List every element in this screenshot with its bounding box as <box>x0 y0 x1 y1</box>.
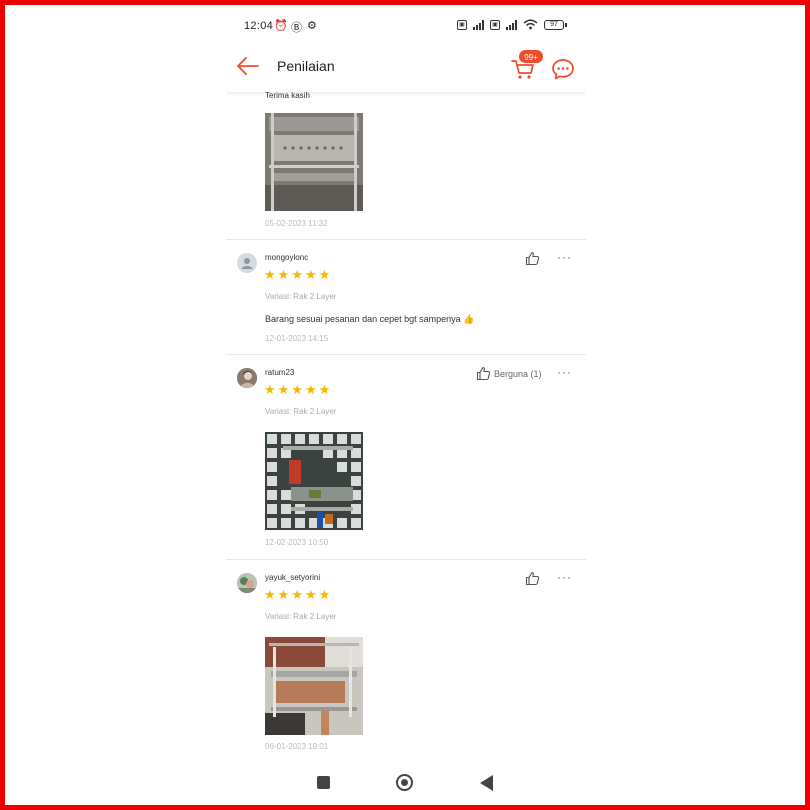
star-icon: ★ <box>264 382 276 397</box>
avatar[interactable] <box>237 573 257 593</box>
default-avatar-icon <box>241 258 253 269</box>
thumbs-up-icon <box>476 366 491 381</box>
recent-apps-icon[interactable] <box>317 776 330 789</box>
review-item: ratum23 ★ ★ ★ ★ ★ Variasi: Rak 2 Layer 1… <box>226 355 586 560</box>
star-icon: ★ <box>304 382 317 397</box>
back-arrow-icon[interactable] <box>234 52 262 80</box>
like-button[interactable] <box>525 251 540 266</box>
battery-icon: 97 <box>544 19 567 30</box>
cart-badge: 99+ <box>518 49 544 64</box>
review-date: 06-01-2023 19:01 <box>265 742 329 751</box>
home-icon[interactable] <box>396 774 413 791</box>
page-title: Penilaian <box>277 58 335 74</box>
like-button[interactable] <box>525 571 540 586</box>
review-photo-image <box>265 432 363 530</box>
sim-icon: ▣ <box>457 19 467 30</box>
status-bar: 12:04 ⏰ Ⓑ ⚙ ▣ ▣ 97 <box>226 8 586 44</box>
star-icon: ★ <box>277 382 290 397</box>
star-icon: ★ <box>304 587 317 602</box>
gear-icon: ⚙ <box>307 20 317 32</box>
more-options-icon[interactable]: ··· <box>557 250 572 264</box>
avatar[interactable] <box>237 368 257 388</box>
review-date: 12-02-2023 10:50 <box>265 538 329 547</box>
review-date: 05-02-2023 11:32 <box>265 219 328 228</box>
alarm-icon: ⏰ <box>274 20 288 32</box>
phone-screen: 12:04 ⏰ Ⓑ ⚙ ▣ ▣ 97 Penilaian 99+ Terima … <box>226 8 586 802</box>
user-avatar-image <box>237 573 257 593</box>
review-photo-image <box>265 637 363 735</box>
b-circle-icon: Ⓑ <box>291 22 302 34</box>
star-icon: ★ <box>264 267 276 282</box>
star-icon: ★ <box>318 587 331 602</box>
review-item: mongoylonc ★ ★ ★ ★ ★ Variasi: Rak 2 Laye… <box>226 240 586 355</box>
like-button[interactable]: Berguna (1) <box>476 366 542 381</box>
system-nav-bar <box>226 764 586 802</box>
wifi-icon <box>523 19 538 30</box>
review-photo[interactable] <box>265 637 363 735</box>
review-variant: Variasi: Rak 2 Layer <box>265 292 337 301</box>
star-icon: ★ <box>291 267 303 282</box>
signal2-icon <box>506 19 517 30</box>
review-username[interactable]: mongoylonc <box>265 253 308 262</box>
star-icon: ★ <box>277 587 290 602</box>
review-text: Barang sesuai pesanan dan cepet bgt samp… <box>265 314 475 324</box>
sim2-icon: ▣ <box>490 19 500 30</box>
avatar[interactable] <box>237 253 257 273</box>
more-options-icon[interactable]: ··· <box>557 365 572 379</box>
thumbs-up-icon <box>525 571 540 586</box>
star-icon: ★ <box>318 382 331 397</box>
review-text: Terima kasih <box>265 91 310 100</box>
app-header: Penilaian 99+ <box>226 44 586 92</box>
like-count-label: Berguna (1) <box>494 368 542 379</box>
review-username[interactable]: yayuk_setyorini <box>265 573 320 582</box>
rating-stars: ★ ★ ★ ★ ★ <box>264 268 330 281</box>
star-icon: ★ <box>304 267 317 282</box>
back-icon[interactable] <box>480 775 493 791</box>
rating-stars: ★ ★ ★ ★ ★ <box>264 383 330 396</box>
star-icon: ★ <box>291 587 303 602</box>
review-username[interactable]: ratum23 <box>265 368 294 377</box>
star-icon: ★ <box>291 382 303 397</box>
review-list[interactable]: Terima kasih 05-02-2023 11:32 mongoylonc… <box>226 91 586 760</box>
review-photo[interactable] <box>265 432 363 530</box>
status-right: ▣ ▣ 97 <box>457 19 567 30</box>
review-variant: Variasi: Rak 2 Layer <box>265 612 337 621</box>
star-icon: ★ <box>264 587 276 602</box>
review-variant: Variasi: Rak 2 Layer <box>265 407 337 416</box>
user-avatar-image <box>237 368 257 388</box>
more-options-icon[interactable]: ··· <box>557 570 572 584</box>
review-photo-image <box>265 113 363 211</box>
signal-icon <box>473 19 484 30</box>
star-icon: ★ <box>277 267 290 282</box>
thumbs-up-icon <box>525 251 540 266</box>
review-date: 12-01-2023 14:15 <box>265 334 329 343</box>
status-time: 12:04 <box>244 20 274 32</box>
review-photo[interactable] <box>265 113 363 211</box>
star-icon: ★ <box>318 267 331 282</box>
review-item: Terima kasih 05-02-2023 11:32 <box>226 91 586 240</box>
chat-icon[interactable] <box>550 56 576 82</box>
review-item: yayuk_setyorini ★ ★ ★ ★ ★ Variasi: Rak 2… <box>226 560 586 760</box>
rating-stars: ★ ★ ★ ★ ★ <box>264 588 330 601</box>
